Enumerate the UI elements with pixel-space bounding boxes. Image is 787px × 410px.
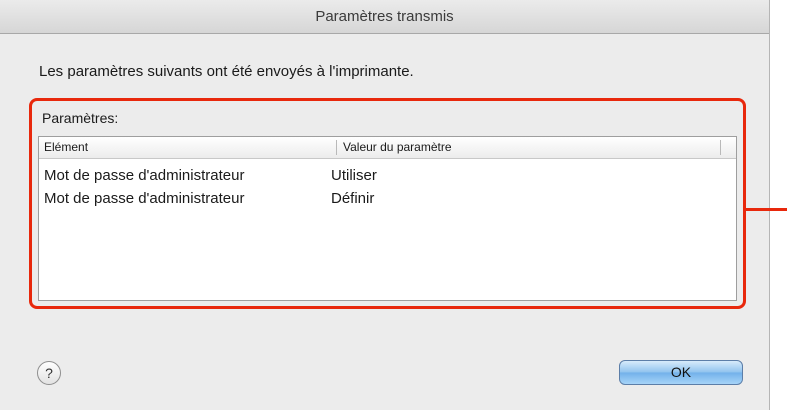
info-message: Les paramètres suivants ont été envoyés … xyxy=(39,63,414,80)
ok-button[interactable]: OK xyxy=(619,360,743,385)
column-separator xyxy=(720,140,721,155)
row-value-cell: Définir xyxy=(331,190,375,207)
column-header-value[interactable]: Valeur du paramètre xyxy=(343,137,452,158)
table-row[interactable]: Mot de passe d'administrateur Utiliser xyxy=(39,163,736,186)
settings-group-label: Paramètres: xyxy=(42,110,119,126)
table-row[interactable]: Mot de passe d'administrateur Définir xyxy=(39,186,736,209)
help-question-icon: ? xyxy=(45,365,53,381)
table-body: Mot de passe d'administrateur Utiliser M… xyxy=(39,163,736,209)
settings-table[interactable]: Elément Valeur du paramètre Mot de passe… xyxy=(38,136,737,301)
column-separator xyxy=(336,140,337,155)
row-element-cell: Mot de passe d'administrateur xyxy=(44,167,245,184)
settings-sent-dialog: Paramètres transmis Les paramètres suiva… xyxy=(0,0,770,410)
help-button[interactable]: ? xyxy=(37,361,61,385)
callout-line xyxy=(746,208,787,211)
column-header-element[interactable]: Elément xyxy=(44,137,88,158)
table-header: Elément Valeur du paramètre xyxy=(39,137,736,159)
row-element-cell: Mot de passe d'administrateur xyxy=(44,190,245,207)
window-title: Paramètres transmis xyxy=(0,0,769,34)
row-value-cell: Utiliser xyxy=(331,167,377,184)
